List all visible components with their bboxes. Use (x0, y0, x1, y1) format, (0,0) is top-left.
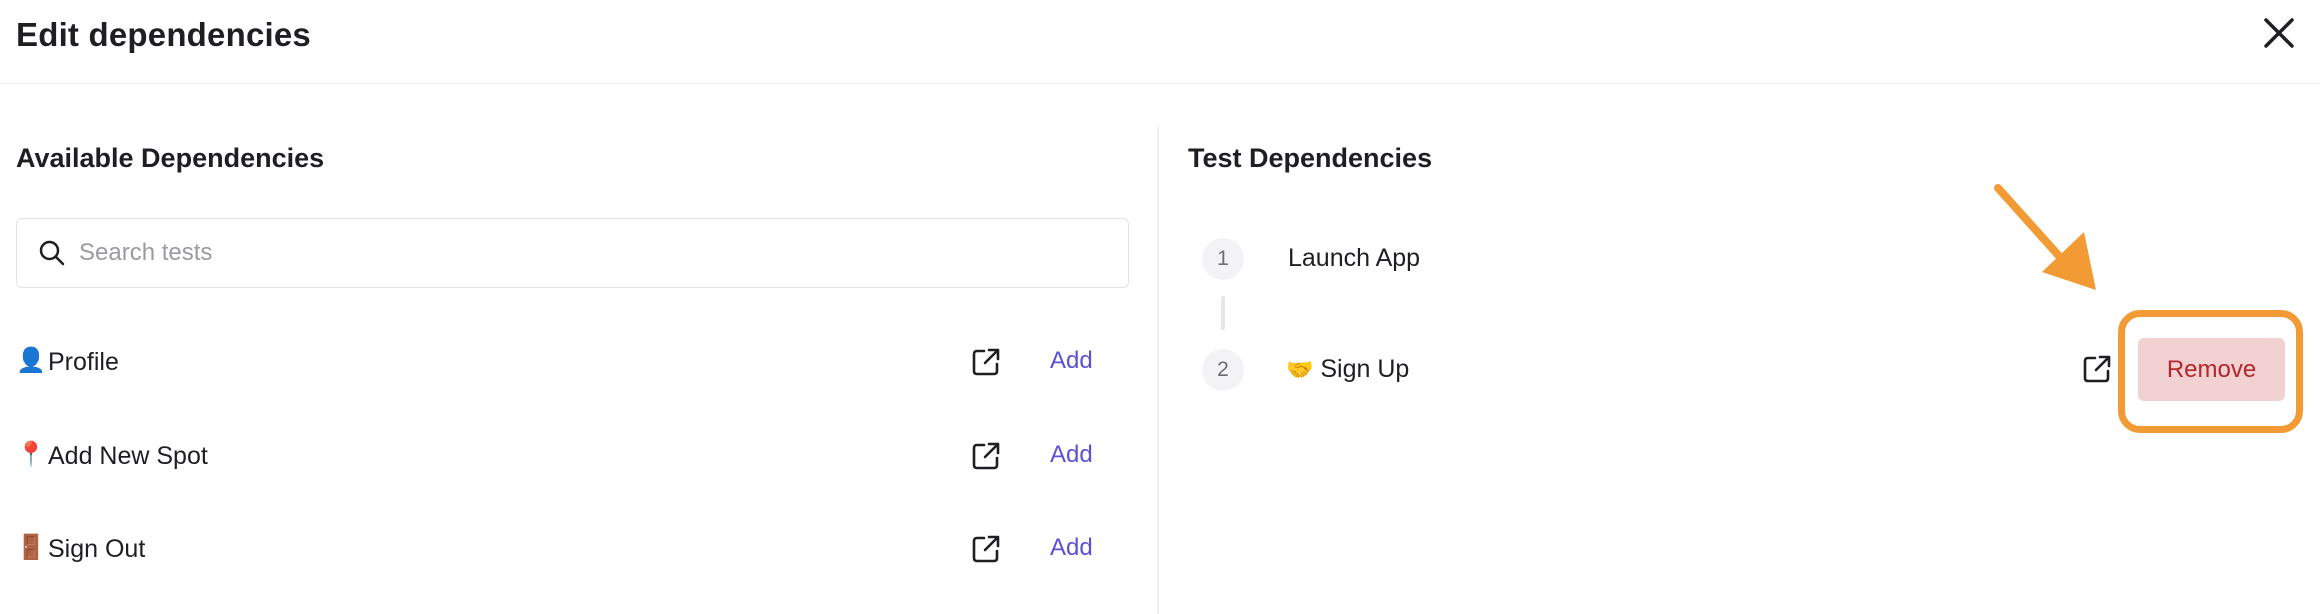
step-number: 2 (1202, 349, 1244, 391)
open-test-button[interactable] (969, 532, 1003, 566)
add-button[interactable]: Add (1050, 532, 1093, 564)
step-number: 1 (1202, 238, 1244, 280)
available-item-name: Profile (48, 348, 119, 376)
open-test-button[interactable] (969, 345, 1003, 379)
open-test-button[interactable] (2080, 352, 2114, 386)
available-dependencies-title: Available Dependencies (16, 143, 325, 173)
annotation-arrow (1994, 184, 2096, 290)
door-emoji-icon: 🚪 (16, 534, 46, 561)
external-link-icon (2083, 355, 2111, 383)
dependency-label: 🤝 Sign Up (1286, 353, 1409, 386)
profile-emoji-icon: 👤 (16, 347, 46, 374)
close-button[interactable] (2254, 14, 2302, 54)
dependency-name: Launch App (1288, 244, 1421, 272)
available-item-name: Add New Spot (48, 442, 208, 470)
panel-divider (1157, 126, 1159, 614)
external-link-icon (972, 442, 1000, 470)
dialog-title: Edit dependencies (16, 16, 311, 53)
external-link-icon (972, 535, 1000, 563)
search-box[interactable] (16, 218, 1129, 288)
pin-emoji-icon: 📍 (16, 441, 46, 468)
dialog-header: Edit dependencies (0, 0, 2320, 84)
available-item-profile: 👤 Profile Add (16, 332, 1129, 392)
search-input[interactable] (77, 219, 1111, 287)
step-connector (1221, 296, 1225, 330)
available-item-add-new-spot: 📍 Add New Spot Add (16, 426, 1129, 486)
dependency-name: Sign Up (1320, 355, 1410, 383)
available-item-sign-out: 🚪 Sign Out Add (16, 519, 1129, 579)
add-button[interactable]: Add (1050, 345, 1093, 377)
available-item-name: Sign Out (48, 535, 146, 563)
open-test-button[interactable] (969, 439, 1003, 473)
remove-button[interactable]: Remove (2138, 338, 2285, 401)
search-icon (39, 240, 65, 266)
test-dependencies-title: Test Dependencies (1188, 143, 1433, 173)
external-link-icon (972, 348, 1000, 376)
handshake-emoji-icon: 🤝 (1286, 357, 1314, 382)
close-icon (2264, 18, 2294, 48)
add-button[interactable]: Add (1050, 439, 1093, 471)
